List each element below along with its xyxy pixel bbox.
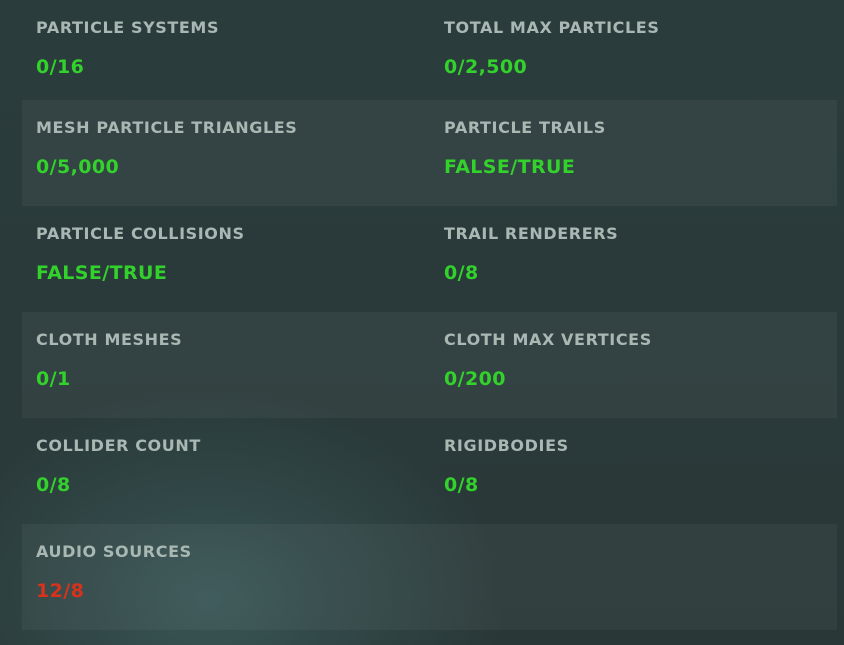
stat-total-max-particles: TOTAL MAX PARTICLES 0/2,500 xyxy=(444,0,844,106)
stat-label: PARTICLE SYSTEMS xyxy=(36,18,220,37)
stat-mesh-particle-triangles: MESH PARTICLE TRIANGLES 0/5,000 xyxy=(36,100,436,206)
stat-value: FALSE/TRUE xyxy=(36,262,168,284)
performance-stats-panel: PARTICLE SYSTEMS 0/16 TOTAL MAX PARTICLE… xyxy=(22,0,837,645)
stat-audio-sources: AUDIO SOURCES 12/8 xyxy=(36,524,436,630)
stats-row-collider-count: COLLIDER COUNT 0/8 RIGIDBODIES 0/8 xyxy=(22,418,837,524)
stats-row-particle-collisions: PARTICLE COLLISIONS FALSE/TRUE TRAIL REN… xyxy=(22,206,837,312)
stat-value: 0/200 xyxy=(444,368,506,390)
stats-row-cloth-meshes: CLOTH MESHES 0/1 CLOTH MAX VERTICES 0/20… xyxy=(22,312,837,418)
stat-trail-renderers: TRAIL RENDERERS 0/8 xyxy=(444,206,844,312)
stat-rigidbodies: RIGIDBODIES 0/8 xyxy=(444,418,844,524)
stat-collider-count: COLLIDER COUNT 0/8 xyxy=(36,418,436,524)
stats-row-particle-systems: PARTICLE SYSTEMS 0/16 TOTAL MAX PARTICLE… xyxy=(22,0,837,106)
stat-value: 0/1 xyxy=(36,368,71,390)
stat-label: MESH PARTICLE TRIANGLES xyxy=(36,118,298,137)
stat-label: RIGIDBODIES xyxy=(444,436,569,455)
stats-row-mesh-particle-triangles: MESH PARTICLE TRIANGLES 0/5,000 PARTICLE… xyxy=(22,100,837,206)
stat-particle-systems: PARTICLE SYSTEMS 0/16 xyxy=(36,0,436,106)
stat-label: COLLIDER COUNT xyxy=(36,436,201,455)
stat-cloth-meshes: CLOTH MESHES 0/1 xyxy=(36,312,436,418)
stat-label: PARTICLE COLLISIONS xyxy=(36,224,245,243)
stat-value: 0/8 xyxy=(36,474,71,496)
stats-row-audio-sources: AUDIO SOURCES 12/8 xyxy=(22,524,837,630)
stat-value-over-limit: 12/8 xyxy=(36,580,85,602)
stat-label: CLOTH MESHES xyxy=(36,330,183,349)
stat-value: 0/8 xyxy=(444,474,479,496)
stat-label: AUDIO SOURCES xyxy=(36,542,192,561)
stat-label: TRAIL RENDERERS xyxy=(444,224,619,243)
stat-value: 0/16 xyxy=(36,56,85,78)
stat-particle-trails: PARTICLE TRAILS FALSE/TRUE xyxy=(444,100,844,206)
stat-value: 0/2,500 xyxy=(444,56,528,78)
stat-label: CLOTH MAX VERTICES xyxy=(444,330,652,349)
stat-value: FALSE/TRUE xyxy=(444,156,576,178)
stat-label: TOTAL MAX PARTICLES xyxy=(444,18,660,37)
stat-value: 0/5,000 xyxy=(36,156,120,178)
stat-particle-collisions: PARTICLE COLLISIONS FALSE/TRUE xyxy=(36,206,436,312)
stat-value: 0/8 xyxy=(444,262,479,284)
stat-cloth-max-vertices: CLOTH MAX VERTICES 0/200 xyxy=(444,312,844,418)
stat-label: PARTICLE TRAILS xyxy=(444,118,606,137)
